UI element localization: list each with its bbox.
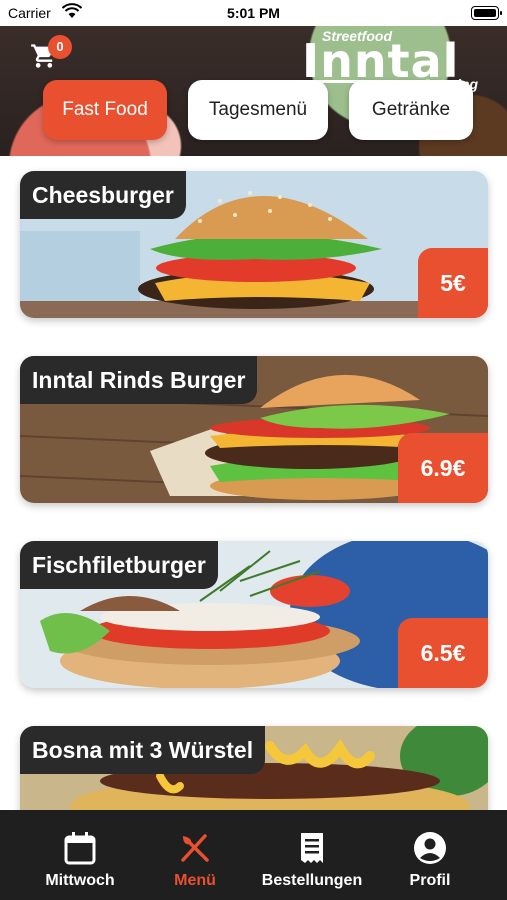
- nav-bestellungen[interactable]: Bestellungen: [252, 810, 372, 900]
- menu-item-name: Bosna mit 3 Würstel: [20, 726, 266, 774]
- nav-profil[interactable]: Profil: [385, 810, 475, 900]
- nav-label: Bestellungen: [261, 872, 363, 889]
- menu-card-fischfiletburger[interactable]: Fischfiletburger 6.5€: [20, 541, 488, 688]
- calendar-icon: [64, 832, 96, 865]
- cart-count-badge: 0: [48, 35, 72, 59]
- nav-label: Menü: [174, 872, 216, 889]
- menu-item-name: Cheesburger: [20, 171, 186, 219]
- cutlery-icon: [181, 834, 209, 862]
- tab-getraenke[interactable]: Getränke: [349, 80, 473, 140]
- header-banner: 0 Streetfood Inntal Catering Fast Food T…: [0, 26, 507, 156]
- menu-item-price: 6.9€: [398, 433, 488, 503]
- nav-menu[interactable]: Menü: [150, 810, 240, 900]
- menu-item-name: Inntal Rinds Burger: [20, 356, 258, 404]
- nav-label: Mittwoch: [45, 872, 115, 889]
- nav-mittwoch[interactable]: Mittwoch: [25, 810, 135, 900]
- menu-card-cheesburger[interactable]: Cheesburger 5€: [20, 171, 488, 318]
- menu-item-name: Fischfiletburger: [20, 541, 218, 589]
- profile-icon: [414, 832, 446, 864]
- tab-tagesmenu[interactable]: Tagesmenü: [188, 80, 328, 140]
- category-tabs: Fast Food Tagesmenü Getränke: [43, 80, 473, 140]
- menu-card-bosna[interactable]: Bosna mit 3 Würstel: [20, 726, 488, 811]
- battery-icon: [471, 6, 502, 20]
- receipt-icon: [301, 833, 323, 863]
- menu-list: Cheesburger 5€ Inntal Rinds Burger 6.9€: [0, 156, 507, 811]
- clock: 5:01 PM: [227, 5, 280, 21]
- bottom-navigation: Mittwoch Menü Bestellungen Profil: [0, 810, 507, 900]
- status-bar: Carrier 5:01 PM: [0, 0, 507, 26]
- menu-item-price: 6.5€: [398, 618, 488, 688]
- nav-label: Profil: [409, 872, 451, 889]
- menu-card-inntal-rinds-burger[interactable]: Inntal Rinds Burger 6.9€: [20, 356, 488, 503]
- tab-fast-food[interactable]: Fast Food: [43, 80, 167, 140]
- menu-item-price: 5€: [418, 248, 488, 318]
